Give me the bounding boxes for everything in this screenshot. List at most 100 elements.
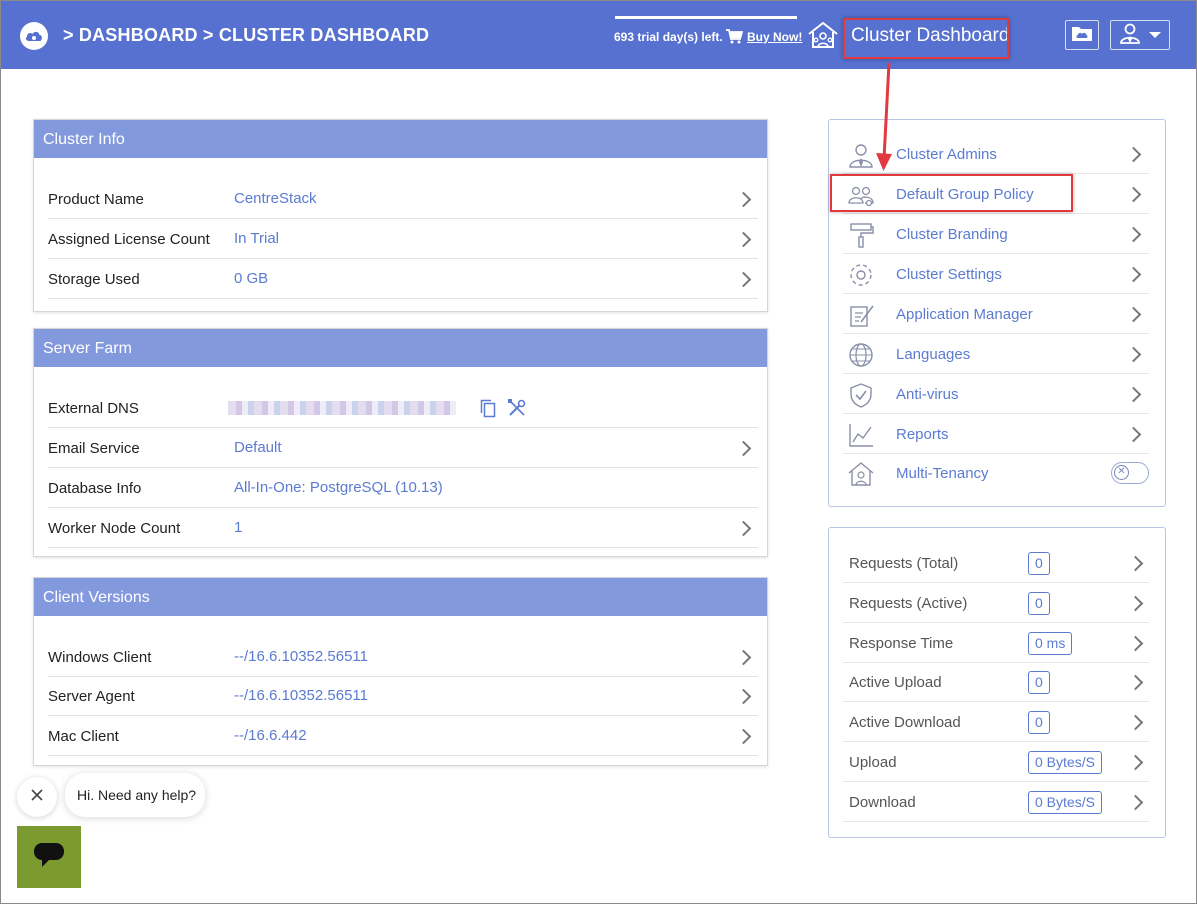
stat-value-badge: 0 ms (1028, 632, 1073, 655)
chevron-right-icon[interactable] (735, 688, 752, 705)
stat-requests-total[interactable]: Requests (Total) 0 (843, 543, 1149, 583)
annotation-arrow-icon (876, 62, 892, 171)
stat-label: Download (849, 794, 916, 811)
stat-label: Active Upload (849, 674, 942, 691)
stat-label: Active Download (849, 714, 961, 731)
shield-check-icon (847, 382, 875, 408)
chevron-right-icon[interactable] (735, 649, 752, 666)
stat-active-download[interactable]: Active Download 0 (843, 702, 1149, 742)
stat-label: Requests (Active) (849, 595, 968, 612)
chevron-right-icon[interactable] (735, 520, 752, 537)
chevron-right-icon[interactable] (735, 231, 752, 248)
chevron-right-icon (1127, 674, 1144, 691)
stat-download[interactable]: Download 0 Bytes/S (843, 782, 1149, 822)
home-tenant-icon (847, 461, 875, 487)
toggle-off-knob: ✕ (1114, 465, 1129, 480)
stat-upload[interactable]: Upload 0 Bytes/S (843, 742, 1149, 782)
stat-requests-active[interactable]: Requests (Active) 0 (843, 583, 1149, 623)
menu-item-anti-virus[interactable]: Anti-virus (843, 374, 1149, 414)
chevron-right-icon[interactable] (735, 271, 752, 288)
worker-node-row[interactable]: Worker Node Count 1 (48, 508, 758, 548)
title-highlight-box (843, 18, 1009, 59)
row-label: Email Service (48, 440, 140, 457)
tools-icon[interactable] (507, 398, 527, 423)
chat-bubble-icon (33, 842, 65, 873)
menu-item-application-manager[interactable]: Application Manager (843, 294, 1149, 334)
chat-close-button[interactable] (17, 777, 57, 817)
chevron-right-icon[interactable] (735, 440, 752, 457)
menu-item-label: Reports (896, 426, 949, 443)
copy-icon[interactable] (480, 399, 496, 423)
chevron-right-icon[interactable] (735, 191, 752, 208)
database-info-row: Database Info All-In-One: PostgreSQL (10… (48, 468, 758, 508)
menu-item-label: Cluster Settings (896, 266, 1002, 283)
menu-item-cluster-branding[interactable]: Cluster Branding (843, 214, 1149, 254)
chat-launcher-button[interactable] (17, 826, 81, 888)
row-label: Storage Used (48, 271, 140, 288)
product-name-row[interactable]: Product Name CentreStack (48, 179, 758, 219)
home-tenant-icon[interactable] (807, 21, 839, 54)
row-label: Server Agent (48, 688, 135, 705)
chevron-right-icon (1127, 635, 1144, 652)
mac-client-row[interactable]: Mac Client --/16.6.442 (48, 716, 758, 756)
row-label: Windows Client (48, 649, 152, 666)
menu-item-label: Cluster Admins (896, 146, 997, 163)
paint-roller-icon (847, 222, 875, 248)
row-value: Default (234, 439, 282, 456)
stat-label: Requests (Total) (849, 555, 959, 572)
windows-client-row[interactable]: Windows Client --/16.6.10352.56511 (48, 637, 758, 677)
top-bar: > DASHBOARD > CLUSTER DASHBOARD 693 tria… (1, 1, 1196, 69)
client-versions-title: Client Versions (34, 578, 767, 616)
group-policy-highlight-box (830, 174, 1073, 212)
stat-active-upload[interactable]: Active Upload 0 (843, 662, 1149, 702)
row-value: --/16.6.442 (234, 727, 307, 744)
chevron-right-icon (1125, 186, 1142, 203)
menu-item-cluster-settings[interactable]: Cluster Settings (843, 254, 1149, 294)
chevron-right-icon (1127, 754, 1144, 771)
globe-icon (847, 342, 875, 368)
row-label: Assigned License Count (48, 231, 210, 248)
license-count-row[interactable]: Assigned License Count In Trial (48, 219, 758, 259)
cart-icon[interactable] (726, 29, 744, 49)
stat-value-badge: 0 Bytes/S (1028, 791, 1102, 814)
gear-icon (847, 262, 875, 288)
stat-value-badge: 0 (1028, 552, 1050, 575)
menu-item-label: Anti-virus (896, 386, 959, 403)
chevron-right-icon[interactable] (735, 728, 752, 745)
stat-label: Upload (849, 754, 897, 771)
cloud-logo-icon[interactable] (20, 22, 48, 50)
menu-item-label: Cluster Branding (896, 226, 1008, 243)
menu-item-languages[interactable]: Languages (843, 334, 1149, 374)
user-menu-button[interactable] (1110, 20, 1170, 50)
chevron-right-icon (1125, 146, 1142, 163)
row-value: CentreStack (234, 190, 317, 207)
menu-item-multi-tenancy[interactable]: Multi-Tenancy ✕ (843, 453, 1149, 493)
row-label: Product Name (48, 191, 144, 208)
stat-label: Response Time (849, 635, 954, 652)
cloud-folder-button[interactable] (1065, 20, 1099, 50)
chart-icon (847, 422, 875, 448)
email-service-row[interactable]: Email Service Default (48, 428, 758, 468)
menu-item-label: Multi-Tenancy (896, 465, 989, 482)
redacted-dns-value (228, 401, 456, 415)
chat-greeting-bubble[interactable]: Hi. Need any help? (65, 773, 205, 817)
menu-item-reports[interactable]: Reports (843, 414, 1149, 454)
chevron-right-icon (1127, 595, 1144, 612)
server-agent-row[interactable]: Server Agent --/16.6.10352.56511 (48, 676, 758, 716)
chevron-right-icon (1125, 306, 1142, 323)
stat-value-badge: 0 (1028, 711, 1050, 734)
buy-now-link[interactable]: Buy Now! (747, 30, 802, 44)
menu-item-label: Application Manager (896, 306, 1033, 323)
caret-down-icon (1149, 32, 1161, 38)
cloud-folder-icon (1071, 24, 1093, 47)
storage-used-row[interactable]: Storage Used 0 GB (48, 259, 758, 299)
stat-value-badge: 0 (1028, 592, 1050, 615)
multi-tenancy-toggle[interactable]: ✕ (1111, 462, 1149, 484)
row-label: Worker Node Count (48, 520, 181, 537)
client-versions-panel: Client Versions Windows Client --/16.6.1… (33, 577, 768, 766)
stat-response-time[interactable]: Response Time 0 ms (843, 623, 1149, 663)
breadcrumb[interactable]: > DASHBOARD > CLUSTER DASHBOARD (63, 25, 429, 46)
cluster-info-panel: Cluster Info Product Name CentreStack As… (33, 119, 768, 312)
user-icon (1119, 22, 1141, 49)
chevron-right-icon (1125, 226, 1142, 243)
